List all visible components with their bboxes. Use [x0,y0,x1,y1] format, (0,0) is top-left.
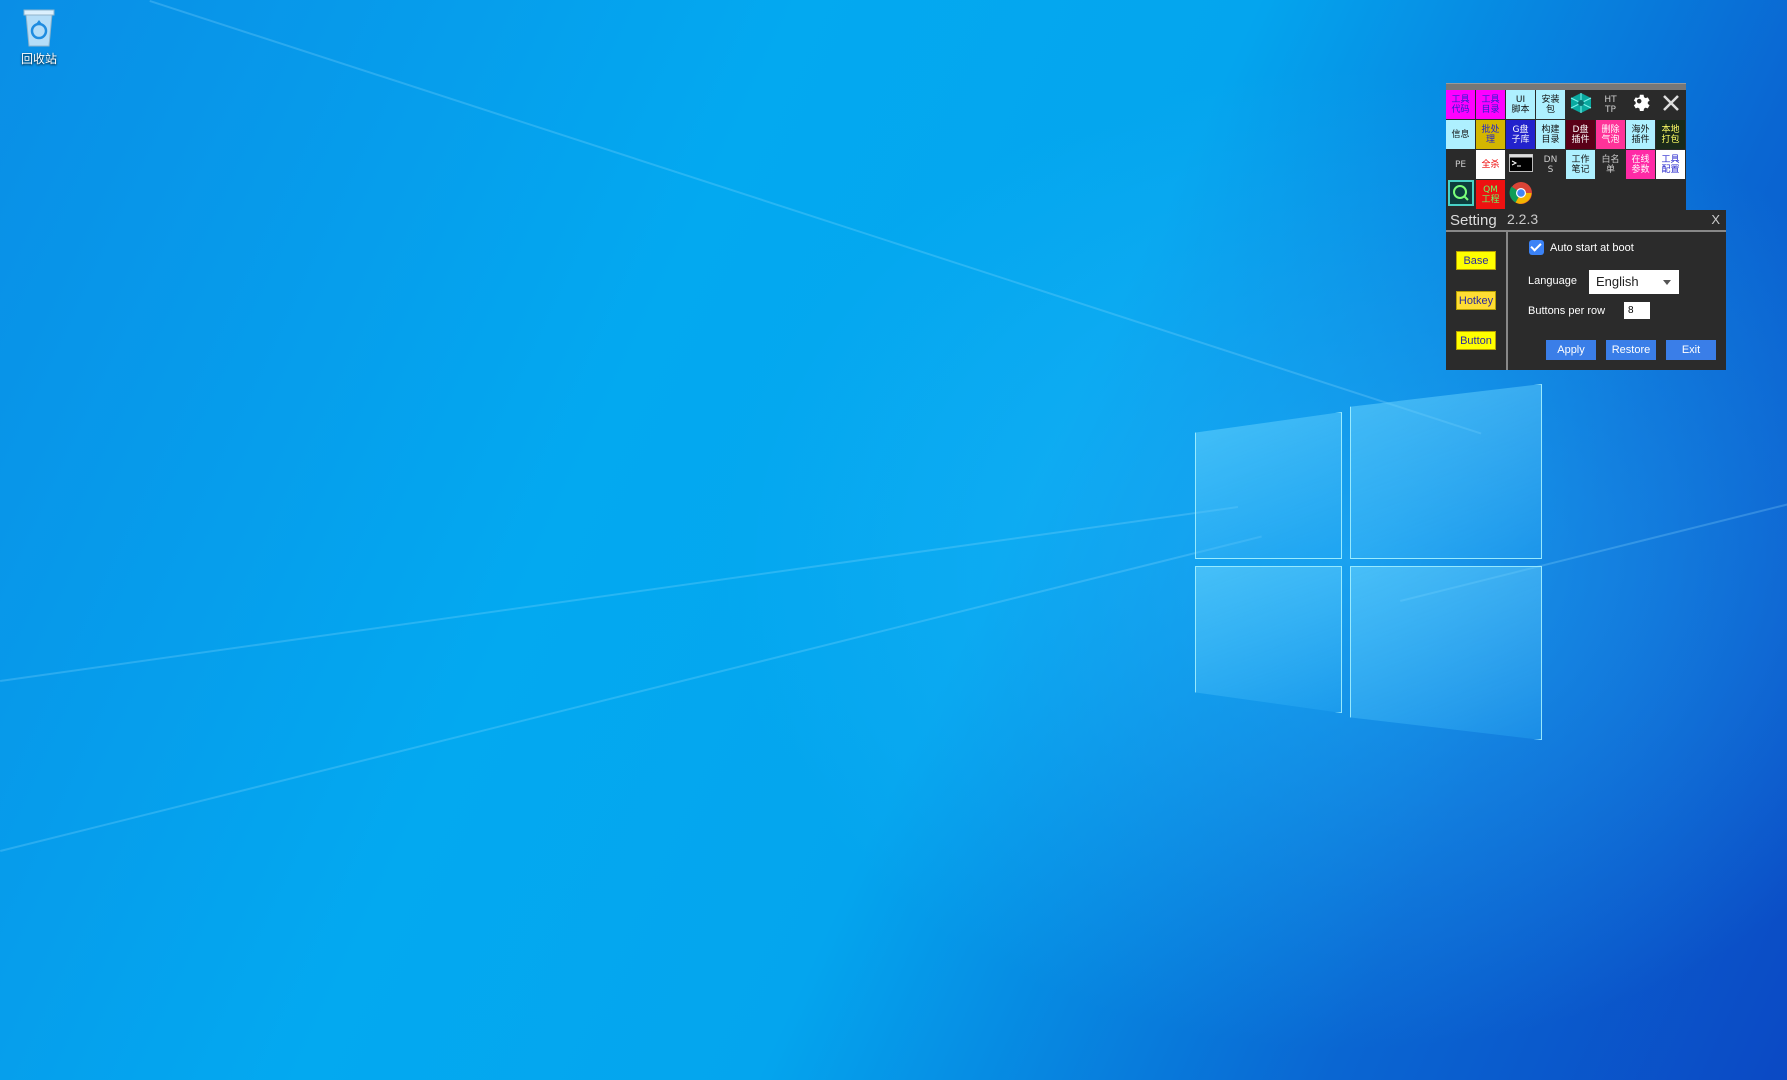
toolbar-button-label: 工具 目录 [1481,94,1500,115]
setting-title-bar[interactable]: Setting 2.2.3 X [1446,210,1726,232]
quick-launch-toolbar: 工具 代码 工具 目录 UI 脚本 安装 包 HT TP 信息 批处 理 G盘 子库 构建 目录… [1446,83,1686,211]
toolbar-button-label: 批处 理 [1481,124,1500,145]
chrome-icon [1509,181,1533,208]
toolbar-button-label: HT TP [1604,94,1617,115]
toolbar-button[interactable]: 工具 配置 [1656,150,1685,179]
toolbar-button-close[interactable] [1656,90,1685,119]
logo-pane-top-left [1195,412,1342,559]
toolbar-button-label: 在线 参数 [1631,154,1650,175]
close-icon [1662,94,1680,115]
version-label: 2.2.3 [1507,211,1539,227]
toolbar-button[interactable]: 工具 代码 [1446,90,1475,119]
toolbar-button-label: 工作 笔记 [1571,154,1590,175]
toolbar-button-label: 安装 包 [1541,94,1560,115]
buttons-per-row-input[interactable] [1624,302,1650,319]
chevron-down-icon [1663,280,1671,285]
toolbar-button[interactable]: 海外 插件 [1626,120,1655,149]
toolbar-button[interactable]: 工具 目录 [1476,90,1505,119]
toolbar-button[interactable]: 批处 理 [1476,120,1505,149]
toolbar-button[interactable]: 全杀 [1476,150,1505,179]
toolbar-button-cube-cluster[interactable] [1566,90,1595,119]
search-app-icon [1447,180,1474,209]
toolbar-button-label: 工具 配置 [1661,154,1680,175]
toolbar-button[interactable]: D盘 插件 [1566,120,1595,149]
toolbar-button-label: DN S [1543,154,1558,175]
tab-hotkey[interactable]: Hotkey [1456,291,1496,310]
toolbar-button-gear[interactable] [1626,90,1655,119]
toolbar-button-label: 删除 气泡 [1601,124,1620,145]
toolbar-button-label: 信息 [1451,129,1470,140]
logo-pane-bottom-left [1195,566,1342,713]
toolbar-button-label: UI 脚本 [1511,94,1530,115]
auto-start-label: Auto start at boot [1550,242,1634,254]
toolbar-button-label: 海外 插件 [1631,124,1650,145]
toolbar-button-label: 工具 代码 [1451,94,1470,115]
buttons-per-row-label: Buttons per row [1528,305,1606,317]
cube-cluster-icon [1570,92,1592,117]
recycle-bin-label: 回收站 [20,52,57,66]
tab-base[interactable]: Base [1456,251,1496,270]
setting-title: Setting [1450,212,1497,229]
toolbar-button-label: D盘 插件 [1571,124,1590,145]
sidebar-divider [1506,232,1508,370]
toolbar-button-label: 全杀 [1481,159,1500,170]
toolbar-button[interactable]: G盘 子库 [1506,120,1535,149]
toolbar-button[interactable]: 构建 目录 [1536,120,1565,149]
logo-pane-top-right [1350,384,1542,559]
toolbar-button-chrome[interactable] [1506,180,1535,209]
toolbar-button[interactable]: 安装 包 [1536,90,1565,119]
toolbar-button[interactable]: UI 脚本 [1506,90,1535,119]
toolbar-button[interactable]: 删除 气泡 [1596,120,1625,149]
toolbar-button[interactable]: 白名 单 [1596,150,1625,179]
apply-button[interactable]: Apply [1546,340,1596,360]
gear-icon [1630,92,1652,117]
toolbar-button[interactable]: DN S [1536,150,1565,179]
toolbar-button-label: 本地 打包 [1661,124,1680,145]
logo-pane-bottom-right [1350,566,1542,740]
toolbar-button-terminal[interactable] [1506,150,1535,179]
toolbar-drag-handle[interactable] [1446,83,1686,90]
terminal-icon [1508,154,1533,175]
setting-close-button[interactable]: X [1711,212,1720,227]
toolbar-button[interactable]: 工作 笔记 [1566,150,1595,179]
light-beam [0,535,1262,852]
toolbar-button[interactable]: HT TP [1596,90,1625,119]
toolbar-button-label: 构建 目录 [1541,124,1560,145]
language-select[interactable]: English [1589,270,1679,294]
toolbar-button-label: PE [1454,159,1467,170]
toolbar-button[interactable]: PE [1446,150,1475,179]
light-beam [0,506,1239,682]
restore-button[interactable]: Restore [1606,340,1656,360]
auto-start-checkbox[interactable] [1529,240,1544,255]
toolbar-button[interactable]: 在线 参数 [1626,150,1655,179]
toolbar-button-label: 白名 单 [1601,154,1620,175]
toolbar-button[interactable]: QM 工程 [1476,180,1505,209]
setting-dialog: Setting 2.2.3 X Base Hotkey Button Auto … [1446,210,1726,370]
toolbar-button[interactable]: 信息 [1446,120,1475,149]
tab-button[interactable]: Button [1456,331,1496,350]
toolbar-button-search-app[interactable] [1446,180,1475,209]
recycle-bin-icon [22,6,56,48]
recycle-bin[interactable]: 回收站 [14,6,64,67]
language-label: Language [1528,275,1577,287]
toolbar-button-label: QM 工程 [1481,184,1500,205]
exit-button[interactable]: Exit [1666,340,1716,360]
language-value: English [1596,274,1639,289]
toolbar-button-label: G盘 子库 [1511,124,1530,145]
light-beam [149,0,1482,435]
toolbar-button[interactable]: 本地 打包 [1656,120,1685,149]
